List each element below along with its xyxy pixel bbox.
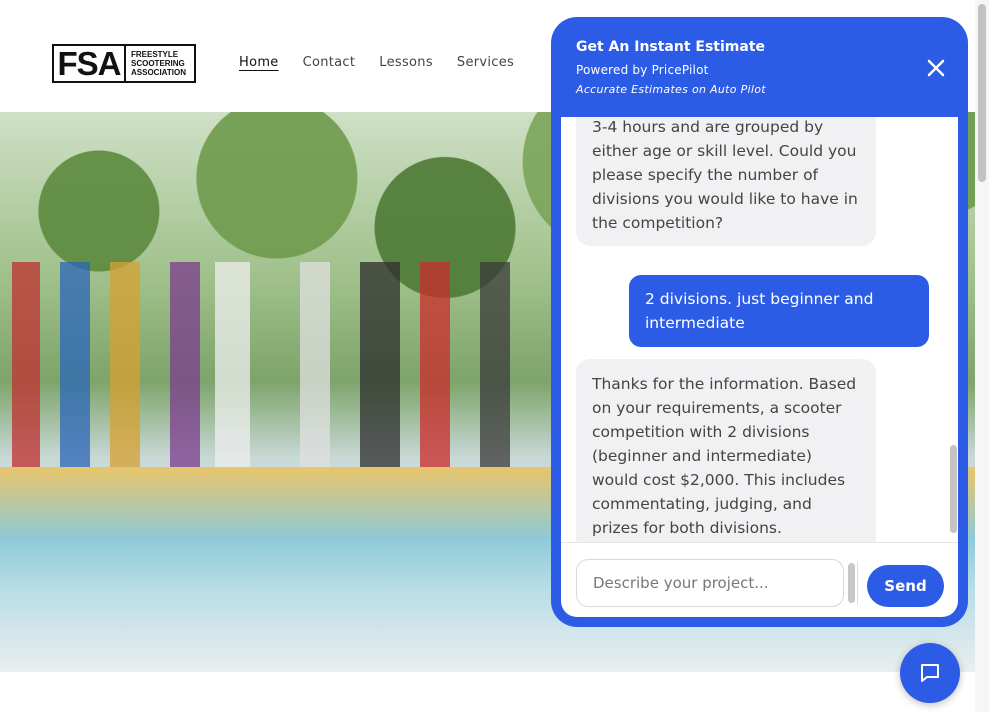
page-section-below-hero — [0, 672, 989, 712]
page-scrollbar-thumb[interactable] — [978, 4, 986, 182]
input-scrollbar[interactable] — [848, 563, 855, 603]
composer-divider — [857, 561, 858, 605]
close-icon-glyph — [927, 59, 945, 77]
project-description-input[interactable] — [576, 559, 844, 607]
estimate-chat-widget: Get An Instant Estimate Powered by Price… — [551, 17, 968, 627]
logo-line-3: ASSOCIATION — [131, 68, 186, 77]
user-message: 2 divisions. just beginner and intermedi… — [629, 275, 929, 347]
logo-mark: FSA — [54, 46, 126, 81]
message-scrollbar[interactable] — [948, 117, 958, 542]
chat-body: 3-4 hours and are grouped by either age … — [561, 117, 958, 617]
nav-link-contact[interactable]: Contact — [303, 55, 356, 70]
bot-message: 3-4 hours and are grouped by either age … — [576, 117, 876, 246]
nav-link-services[interactable]: Services — [457, 55, 514, 70]
nav-link-home[interactable]: Home — [239, 55, 279, 70]
chat-header: Get An Instant Estimate Powered by Price… — [576, 39, 948, 96]
close-icon[interactable] — [926, 58, 946, 78]
chat-subtitle: Powered by PricePilot — [576, 63, 709, 77]
message-scrollbar-thumb[interactable] — [950, 445, 957, 533]
logo-wordmark: FREESTYLE SCOOTERING ASSOCIATION — [126, 46, 194, 81]
logo-line-2: SCOOTERING — [131, 59, 185, 68]
nav-link-lessons[interactable]: Lessons — [379, 55, 433, 70]
main-nav: Home Contact Lessons Services — [239, 55, 514, 70]
send-button[interactable]: Send — [867, 565, 944, 607]
bot-message: Thanks for the information. Based on you… — [576, 359, 876, 542]
hero-riders-group — [0, 262, 560, 477]
logo-line-1: FREESTYLE — [131, 50, 179, 59]
message-list[interactable]: 3-4 hours and are grouped by either age … — [561, 117, 958, 542]
fsa-logo[interactable]: FSA FREESTYLE SCOOTERING ASSOCIATION — [52, 44, 196, 83]
chat-bubble-icon — [921, 664, 939, 682]
chat-title: Get An Instant Estimate — [576, 39, 766, 55]
chat-composer: Send — [561, 542, 958, 617]
chat-tagline: Accurate Estimates on Auto Pilot — [576, 83, 766, 96]
page-scrollbar[interactable] — [975, 0, 989, 712]
chat-launcher-button[interactable] — [900, 643, 960, 703]
